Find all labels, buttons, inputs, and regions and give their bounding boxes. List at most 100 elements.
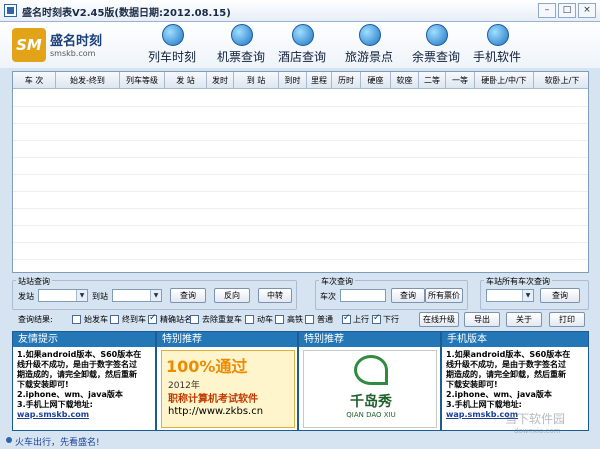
checkbox-label: 下行 [383,315,399,324]
nav-mobile-app[interactable]: 手机软件 [465,24,529,68]
reverse-button[interactable]: 反向 [214,288,250,303]
checkbox-label: 精确站名 [160,315,192,324]
app-icon [4,4,17,17]
station-query-button[interactable]: 查询 [170,288,206,303]
all-prices-button[interactable]: 所有票价 [425,288,463,303]
nav-label: 列车时刻 [147,50,196,64]
checkbox-exact[interactable] [148,313,157,324]
from-station-select[interactable]: ▼ [38,289,88,302]
col-header[interactable]: 硬座 [361,72,391,89]
chevron-down-icon: ▼ [150,290,161,301]
to-station-select[interactable]: ▼ [112,289,162,302]
plane-icon [231,24,253,46]
nav-label: 旅游景点 [344,50,393,64]
window-controls: – □ × [538,3,596,18]
checkbox-highspeed[interactable] [275,315,284,324]
col-header[interactable]: 历时 [332,72,361,89]
ad-panel-2: 特别推荐 千岛秀 QIAN DAO XIU [298,331,441,431]
logo[interactable]: SM 盛名时刻 smskb.com [12,28,112,64]
nav-train-times[interactable]: 列车时刻 [140,24,204,68]
col-header[interactable]: 发时 [207,72,234,89]
close-button[interactable]: × [578,3,596,18]
ad1-title: 特别推荐 [157,332,297,347]
mobile-line: 2.iphone、wm、java版本 [446,390,552,399]
checkbox-label: 动车 [257,315,273,324]
tips-line: 2.iphone、wm、java版本 [17,390,123,399]
tips-panel: 友情提示 1.如果android版本、S60版本在 线升级不成功，是由于数字签名… [12,331,156,431]
about-button[interactable]: 关于 [506,312,542,327]
export-button[interactable]: 导出 [464,312,500,327]
col-header[interactable]: 列车等级 [120,72,165,89]
checkbox-origin[interactable] [72,315,81,324]
scenic-icon [359,24,381,46]
table-row-line [13,174,588,175]
col-header[interactable]: 里程 [307,72,332,89]
col-header[interactable]: 二等 [419,72,446,89]
mobile-line: 3.手机上网下载地址: [446,400,522,409]
nav-label: 酒店查询 [277,50,326,64]
ad2-sub: QIAN DAO XIU [346,411,396,419]
banner: SM 盛名时刻 smskb.com 列车时刻 机票查询 酒店查询 旅游景点 余票… [0,22,600,68]
table-row-line [13,191,588,192]
checkbox-checked[interactable] [190,315,199,324]
minimize-button[interactable]: – [538,3,556,18]
status-bar: 火车出行，先看盛名! [0,433,600,449]
train-query-title: 车次查询 [319,276,355,287]
train-icon [162,24,184,46]
filter-row: 查询结果: 始发车 终到车 精确站名 去除重复车 动车 高铁 普通 上行 下行 … [12,312,589,328]
checkbox-terminal[interactable] [110,315,119,324]
nav-label: 机票查询 [216,50,265,64]
checkbox-label: 终到车 [122,315,146,324]
phone-icon [487,24,509,46]
mobile-line: 期造成的，请完全卸载，然后重新 [446,370,566,379]
table-row-line [13,259,588,260]
train-number-input[interactable] [340,289,386,302]
ad-panel-1: 特别推荐 100%通过 2012年 职称计算机考试软件 http://www.z… [156,331,298,431]
checkbox-emu[interactable] [245,315,254,324]
maximize-button[interactable]: □ [558,3,576,18]
col-header[interactable]: 到 站 [234,72,279,89]
train-number-label: 车次 [320,292,336,301]
nav-flight-query[interactable]: 机票查询 [209,24,273,68]
table-row-line [13,123,588,124]
col-header[interactable]: 软座 [391,72,419,89]
ad1-headline: 100%通过 [166,357,248,376]
checkbox-up[interactable] [342,313,351,324]
results-table[interactable]: 车 次 始发-终到 列车等级 发 站 发时 到 站 到时 里程 历时 硬座 软座… [12,71,589,273]
col-header[interactable]: 始发-终到 [56,72,120,89]
qiandaoxiu-logo-icon [354,355,388,385]
checkbox-label: 普通 [317,315,333,324]
status-text: 火车出行，先看盛名! [15,438,100,448]
exam-software-ad[interactable]: 100%通过 2012年 职称计算机考试软件 http://www.zkbs.c… [161,350,295,428]
col-header[interactable]: 软卧上/下 [534,72,588,89]
col-header[interactable]: 硬卧上/中/下 [475,72,534,89]
table-header: 车 次 始发-终到 列车等级 发 站 发时 到 站 到时 里程 历时 硬座 软座… [13,72,588,89]
online-upgrade-button[interactable]: 在线升级 [419,312,459,327]
table-row-line [13,208,588,209]
col-header[interactable]: 车 次 [13,72,56,89]
tips-line: 下载安装即可! [17,380,69,389]
table-row-line [13,225,588,226]
qiandaoxiu-ad[interactable]: 千岛秀 QIAN DAO XIU [303,350,437,428]
col-header[interactable]: 一等 [446,72,475,89]
hotel-icon [292,24,314,46]
ad1-url: http://www.zkbs.cn [168,406,264,417]
all-trains-query-button[interactable]: 查询 [540,288,580,303]
transfer-button[interactable]: 中转 [258,288,292,303]
checkbox-down[interactable] [372,313,381,324]
nav-label: 手机软件 [472,50,521,64]
nav-scenic-spots[interactable]: 旅游景点 [337,24,401,68]
train-query-button[interactable]: 查询 [391,288,425,303]
station-query-title: 站站查询 [16,276,52,287]
nav-ticket-query[interactable]: 余票查询 [404,24,468,68]
col-header[interactable]: 到时 [279,72,307,89]
tips-download-link[interactable]: wap.smskb.com [17,410,89,419]
tips-line: 3.手机上网下载地址: [17,400,93,409]
chevron-down-icon: ▼ [76,290,87,301]
checkbox-normal[interactable] [305,315,314,324]
col-header[interactable]: 发 站 [165,72,207,89]
station-select[interactable]: ▼ [486,289,534,302]
print-button[interactable]: 打印 [549,312,585,327]
logo-mark-icon: SM [12,28,46,62]
nav-hotel-query[interactable]: 酒店查询 [270,24,334,68]
